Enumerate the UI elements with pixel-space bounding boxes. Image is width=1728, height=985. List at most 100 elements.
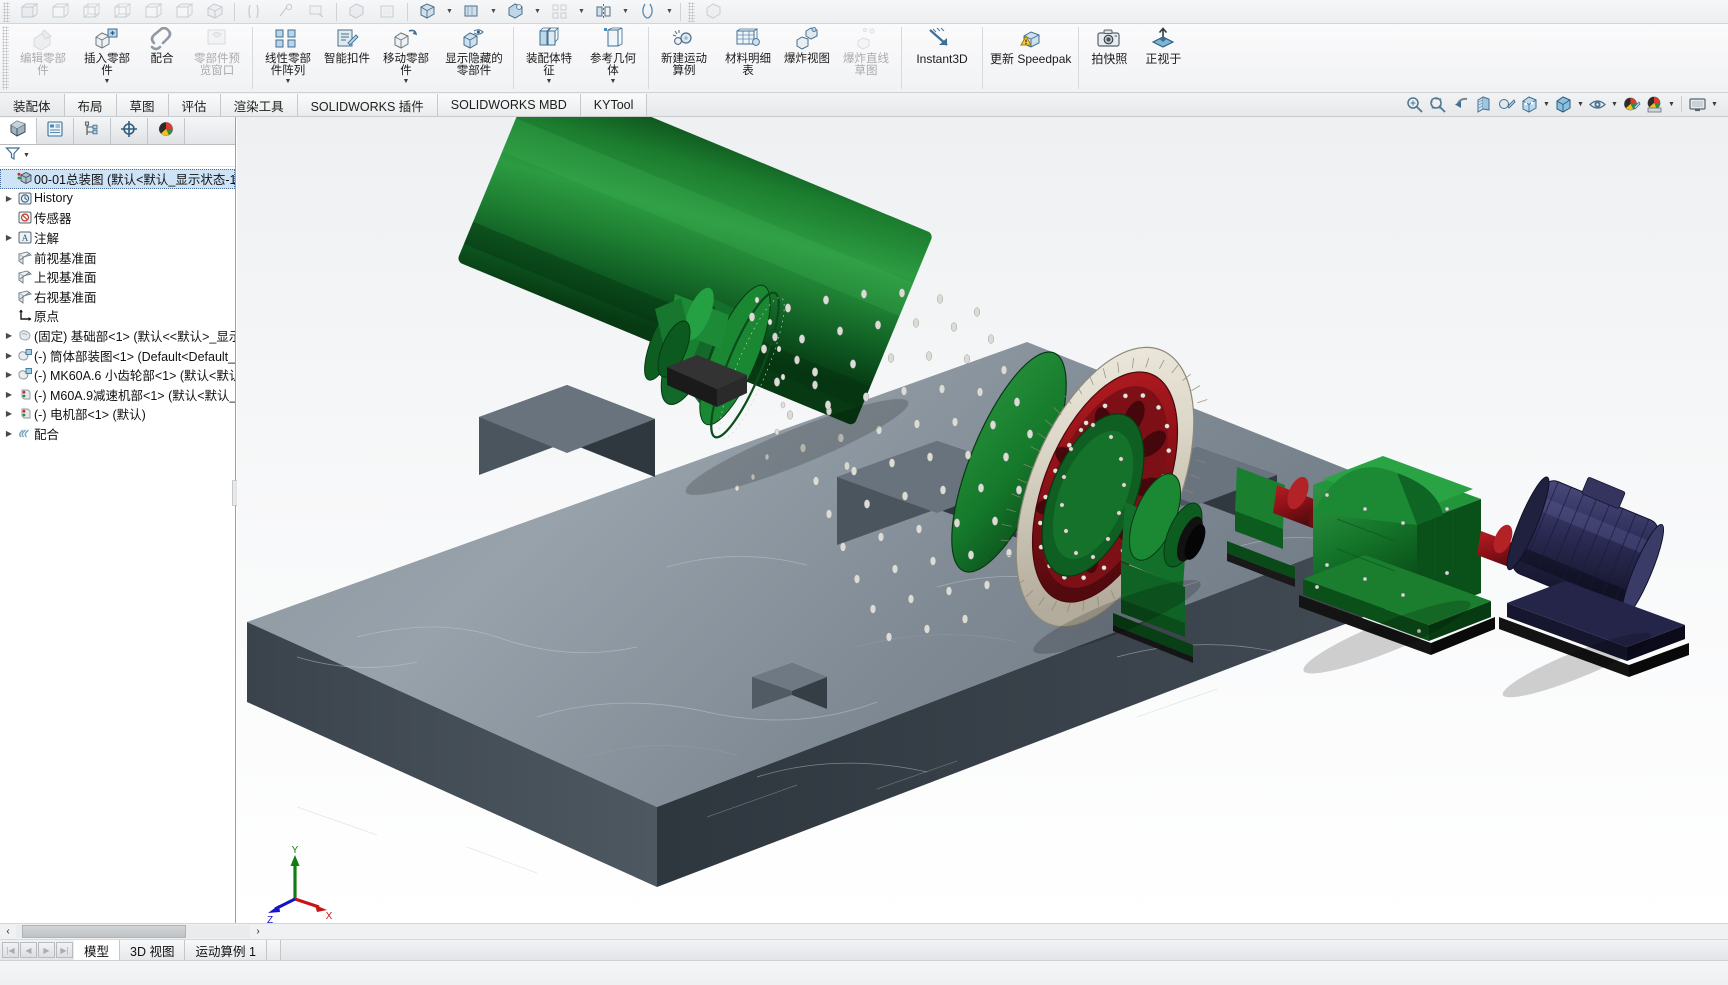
view-orientation-top-icon[interactable] <box>168 1 199 23</box>
tree-item-motor-part[interactable]: ▶ (-) 电机部<1> (默认) <box>0 404 235 424</box>
grid-snap-icon[interactable] <box>544 1 575 23</box>
feature-tree-tab[interactable] <box>0 118 37 144</box>
apply-scene-dropdown-icon[interactable]: ▼ <box>1666 93 1677 115</box>
tree-item-right-plane[interactable]: 右视基准面 <box>0 287 235 307</box>
tree-item-shell-subassembly[interactable]: ▶ (-) 筒体部装图<1> (Default<Default_ <box>0 345 235 365</box>
tree-expander[interactable]: ▶ <box>2 191 16 205</box>
tree-expander[interactable]: ▶ <box>2 231 16 245</box>
tree-expander[interactable] <box>2 309 16 323</box>
apply-scene-icon[interactable] <box>500 1 531 23</box>
tree-expander[interactable] <box>2 250 16 264</box>
tree-expander[interactable]: ▶ <box>2 387 16 401</box>
view-orientation-right-icon[interactable] <box>137 1 168 23</box>
tree-item-pinion-subassembly[interactable]: ▶ (-) MK60A.6 小齿轮部<1> (默认<默认 <box>0 365 235 385</box>
configuration-manager-tab[interactable] <box>74 118 111 144</box>
toolbar-grip[interactable] <box>3 1 10 22</box>
appearance-icon[interactable] <box>341 1 372 23</box>
tree-expander[interactable] <box>2 270 16 284</box>
scroll-right-icon[interactable]: › <box>250 925 266 939</box>
hide-show-items-dropdown-icon[interactable]: ▼ <box>1609 93 1620 115</box>
ribbon-button-component-preview-window[interactable]: 零部件预览窗口 <box>185 24 249 92</box>
tree-expander[interactable]: ▶ <box>2 407 16 421</box>
tab-evaluate[interactable]: 评估 <box>168 94 221 116</box>
ribbon-dropdown-icon[interactable]: ▼ <box>104 78 111 85</box>
tree-expander[interactable] <box>2 211 16 225</box>
nav-next-button[interactable]: ▶ <box>38 942 55 958</box>
tree-expander[interactable] <box>2 289 16 303</box>
tree-item-history[interactable]: ▶ History <box>0 189 235 209</box>
nav-prev-button[interactable]: ◀ <box>20 942 37 958</box>
scene-icon[interactable] <box>372 1 403 23</box>
curve-tool-icon[interactable] <box>632 1 663 23</box>
tree-item-sensors[interactable]: 传感器 <box>0 208 235 228</box>
tab-kytool[interactable]: KYTool <box>580 94 648 116</box>
ribbon-button-normal-to[interactable]: 正视于 <box>1136 24 1190 92</box>
tree-item-mates[interactable]: ▶ 配合 <box>0 424 235 444</box>
nav-last-button[interactable]: ▶| <box>56 942 73 958</box>
viewport-layout-dropdown-icon[interactable]: ▼ <box>1709 93 1720 115</box>
edit-appearance-icon[interactable] <box>456 1 487 23</box>
view-orientation-dropdown-icon[interactable]: ▼ <box>1541 93 1552 115</box>
doc-tab-motion-study-1[interactable]: 运动算例 1 <box>185 940 267 960</box>
property-manager-tab[interactable] <box>37 118 74 144</box>
ribbon-button-mate[interactable]: 配合 <box>139 24 185 92</box>
ribbon-button-show-hidden-components[interactable]: 显示隐藏的零部件 <box>438 24 510 92</box>
hide-show-items-icon[interactable] <box>412 1 443 23</box>
nav-first-button[interactable]: |◀ <box>2 942 19 958</box>
mirror-tool-icon[interactable] <box>588 1 619 23</box>
display-style-icon[interactable] <box>1552 93 1575 115</box>
filter-icon[interactable] <box>5 146 22 166</box>
apply-scene-icon[interactable] <box>1643 93 1666 115</box>
ribbon-button-move-component[interactable]: 移动零部件 ▼ <box>374 24 438 92</box>
tree-item-assembly-root[interactable]: 00-01总装图 (默认<默认_显示状态-1>) <box>0 169 235 189</box>
measure-tool-icon[interactable] <box>270 1 301 23</box>
tree-item-origin[interactable]: 原点 <box>0 306 235 326</box>
view-orientation-left-icon[interactable] <box>106 1 137 23</box>
section-view-icon[interactable] <box>1472 93 1495 115</box>
ribbon-button-take-snapshot[interactable]: 拍快照 <box>1082 24 1136 92</box>
tab-solidworks-addins[interactable]: SOLIDWORKS 插件 <box>297 94 438 116</box>
ribbon-button-reference-geometry[interactable]: 参考几何体 ▼ <box>581 24 645 92</box>
filter-dropdown-icon[interactable]: ▼ <box>23 152 30 159</box>
view-orientation-icon[interactable] <box>1495 93 1518 115</box>
view-orientation-isometric-icon[interactable] <box>13 1 44 23</box>
tree-expander[interactable]: ▶ <box>2 368 16 382</box>
ribbon-button-smart-fasteners[interactable]: 智能扣件 <box>320 24 374 92</box>
scrollbar-thumb[interactable] <box>22 925 186 938</box>
doc-tab-3d-views[interactable]: 3D 视图 <box>120 940 186 960</box>
view-orientation-trimetric-icon[interactable] <box>199 1 230 23</box>
ribbon-button-insert-component[interactable]: 插入零部件 ▼ <box>75 24 139 92</box>
edit-appearance-icon[interactable] <box>1620 93 1643 115</box>
tab-layout[interactable]: 布局 <box>64 94 117 116</box>
tab-solidworks-mbd[interactable]: SOLIDWORKS MBD <box>437 94 581 116</box>
ribbon-grip[interactable] <box>2 26 9 90</box>
ribbon-button-explode-line-sketch[interactable]: 爆炸直线草图 <box>834 24 898 92</box>
view-orientation-front-icon[interactable] <box>44 1 75 23</box>
mirror-tool-dropdown-icon[interactable]: ▼ <box>619 1 632 23</box>
horizontal-scrollbar[interactable]: ‹ › <box>0 923 1728 939</box>
scrollbar-track[interactable] <box>16 925 250 938</box>
ribbon-button-instant3d[interactable]: Instant3D <box>905 24 979 92</box>
tree-expander[interactable]: ▶ <box>2 427 16 441</box>
tree-item-front-plane[interactable]: 前视基准面 <box>0 247 235 267</box>
doc-tab-model[interactable]: 模型 <box>74 940 121 960</box>
zoom-to-area-icon[interactable] <box>1426 93 1449 115</box>
ribbon-dropdown-icon[interactable]: ▼ <box>546 78 553 85</box>
display-manager-icon[interactable] <box>301 1 332 23</box>
tab-sketch[interactable]: 草图 <box>116 94 169 116</box>
hide-show-items-icon[interactable] <box>1586 93 1609 115</box>
curve-tool-dropdown-icon[interactable]: ▼ <box>663 1 676 23</box>
graphics-viewport[interactable]: Y X Z <box>237 117 1728 923</box>
ribbon-dropdown-icon[interactable]: ▼ <box>610 78 617 85</box>
ribbon-button-new-motion-study[interactable]: 新建运动算例 <box>652 24 716 92</box>
grid-snap-dropdown-icon[interactable]: ▼ <box>575 1 588 23</box>
ribbon-button-edit-component[interactable]: 编辑零部件 <box>11 24 75 92</box>
ribbon-dropdown-icon[interactable]: ▼ <box>403 78 410 85</box>
tab-render-tools[interactable]: 渲染工具 <box>220 94 298 116</box>
tree-item-top-plane[interactable]: 上视基准面 <box>0 267 235 287</box>
previous-view-icon[interactable] <box>1449 93 1472 115</box>
view-orientation-back-icon[interactable] <box>75 1 106 23</box>
ribbon-button-linear-component-pattern[interactable]: 线性零部件阵列 ▼ <box>256 24 320 92</box>
ribbon-dropdown-icon[interactable]: ▼ <box>285 78 292 85</box>
apply-scene-dropdown-icon[interactable]: ▼ <box>531 1 544 23</box>
